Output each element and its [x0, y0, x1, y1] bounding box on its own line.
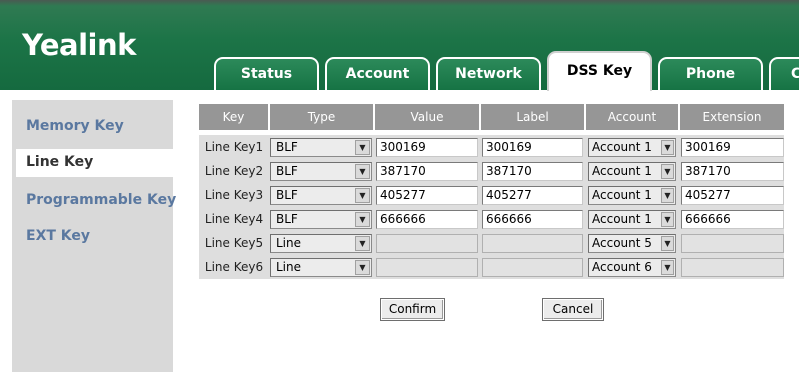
- type-select[interactable]: BLF ▼: [270, 138, 372, 157]
- chevron-down-icon[interactable]: ▼: [355, 236, 370, 251]
- sidebar-item-ext-key[interactable]: EXT Key: [26, 228, 90, 244]
- type-select-value: Line: [276, 236, 302, 250]
- chevron-down-icon[interactable]: ▼: [355, 212, 370, 227]
- chevron-down-icon[interactable]: ▼: [661, 164, 674, 179]
- line-key-label: Line Key2: [204, 164, 264, 178]
- type-select[interactable]: Line ▼: [270, 258, 372, 277]
- tab-network[interactable]: Network: [436, 57, 541, 90]
- sidebar-item-memory-key[interactable]: Memory Key: [26, 118, 124, 134]
- line-key-label: Line Key4: [204, 212, 264, 226]
- line-key-label: Line Key5: [204, 236, 264, 250]
- account-select[interactable]: Account 1 ▼: [588, 162, 676, 181]
- chevron-down-icon[interactable]: ▼: [661, 212, 674, 227]
- account-select-value: Account 5: [592, 236, 652, 250]
- sidebar-item-line-key[interactable]: Line Key: [16, 149, 181, 177]
- chevron-down-icon[interactable]: ▼: [661, 236, 674, 251]
- account-select-value: Account 1: [592, 164, 652, 178]
- label-input[interactable]: 405277: [482, 186, 583, 205]
- line-key-label: Line Key3: [204, 188, 264, 202]
- type-select-value: BLF: [276, 140, 298, 154]
- account-select-value: Account 6: [592, 260, 652, 274]
- label-input[interactable]: [482, 258, 583, 277]
- label-input[interactable]: 300169: [482, 138, 583, 157]
- label-input[interactable]: 387170: [482, 162, 583, 181]
- chevron-down-icon[interactable]: ▼: [355, 188, 370, 203]
- tab-contacts[interactable]: C: [769, 57, 799, 90]
- column-header-account: Account: [586, 104, 678, 130]
- value-input[interactable]: 300169: [376, 138, 478, 157]
- column-header-type: Type: [270, 104, 373, 130]
- account-select-value: Account 1: [592, 188, 652, 202]
- extension-input[interactable]: [681, 258, 784, 277]
- column-header-value: Value: [375, 104, 479, 130]
- extension-input[interactable]: [681, 234, 784, 253]
- account-select[interactable]: Account 1 ▼: [588, 210, 676, 229]
- chevron-down-icon[interactable]: ▼: [661, 140, 674, 155]
- chevron-down-icon[interactable]: ▼: [355, 140, 370, 155]
- confirm-button[interactable]: Confirm: [380, 298, 445, 321]
- value-input[interactable]: [376, 258, 478, 277]
- account-select[interactable]: Account 1 ▼: [588, 186, 676, 205]
- type-select[interactable]: BLF ▼: [270, 186, 372, 205]
- chevron-down-icon[interactable]: ▼: [661, 188, 674, 203]
- extension-input[interactable]: 405277: [681, 186, 784, 205]
- account-select-value: Account 1: [592, 212, 652, 226]
- extension-input[interactable]: 666666: [681, 210, 784, 229]
- value-input[interactable]: 387170: [376, 162, 478, 181]
- type-select[interactable]: BLF ▼: [270, 162, 372, 181]
- header-bar: Yealink Status Account Network DSS Key P…: [0, 0, 799, 91]
- label-input[interactable]: 666666: [482, 210, 583, 229]
- column-header-key: Key: [199, 104, 268, 130]
- account-select[interactable]: Account 5 ▼: [588, 234, 676, 253]
- value-input[interactable]: 666666: [376, 210, 478, 229]
- chevron-down-icon[interactable]: ▼: [355, 164, 370, 179]
- type-select[interactable]: BLF ▼: [270, 210, 372, 229]
- type-select-value: BLF: [276, 188, 298, 202]
- type-select[interactable]: Line ▼: [270, 234, 372, 253]
- line-key-label: Line Key6: [204, 260, 264, 274]
- chevron-down-icon[interactable]: ▼: [661, 260, 674, 275]
- type-select-value: BLF: [276, 164, 298, 178]
- account-select-value: Account 1: [592, 140, 652, 154]
- tab-phone[interactable]: Phone: [658, 57, 763, 90]
- account-select[interactable]: Account 6 ▼: [588, 258, 676, 277]
- tab-account[interactable]: Account: [325, 57, 430, 90]
- extension-input[interactable]: 300169: [681, 138, 784, 157]
- tab-dss-key[interactable]: DSS Key: [547, 51, 652, 91]
- value-input[interactable]: 405277: [376, 186, 478, 205]
- type-select-value: Line: [276, 260, 302, 274]
- tab-status[interactable]: Status: [214, 57, 319, 90]
- yealink-logo: Yealink: [22, 28, 136, 62]
- cancel-button[interactable]: Cancel: [542, 298, 604, 321]
- line-key-label: Line Key1: [204, 140, 264, 154]
- sidebar-item-programmable-key[interactable]: Programmable Key: [26, 192, 176, 208]
- type-select-value: BLF: [276, 212, 298, 226]
- column-header-label: Label: [481, 104, 584, 130]
- chevron-down-icon[interactable]: ▼: [355, 260, 370, 275]
- column-header-extension: Extension: [680, 104, 784, 130]
- value-input[interactable]: [376, 234, 478, 253]
- label-input[interactable]: [482, 234, 583, 253]
- account-select[interactable]: Account 1 ▼: [588, 138, 676, 157]
- extension-input[interactable]: 387170: [681, 162, 784, 181]
